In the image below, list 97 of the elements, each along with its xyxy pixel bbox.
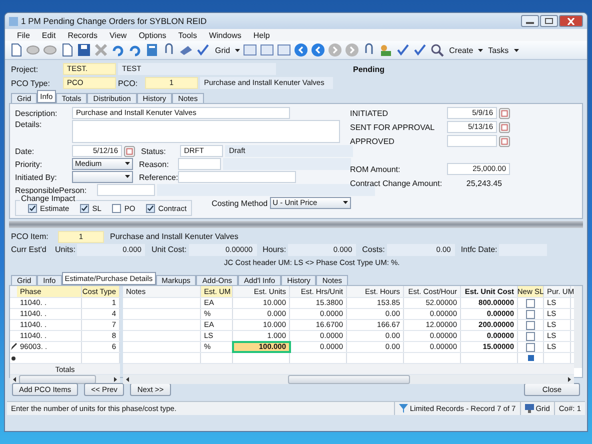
field-label: Units:: [55, 245, 76, 254]
pco-item-description: Purchase and Install Kenuter Valves: [110, 232, 238, 241]
save-icon[interactable]: [77, 43, 91, 57]
app-icon: [9, 16, 18, 26]
tasks-menu-button[interactable]: Tasks: [486, 46, 511, 54]
field-label: Details:: [15, 120, 43, 129]
field-label: Contract Change Amount:: [350, 178, 444, 188]
field-label: ROM Amount:: [350, 164, 402, 174]
caret-icon: [235, 48, 240, 52]
scroll-left-icon[interactable]: [13, 377, 16, 382]
field-label: Costs:: [362, 245, 385, 254]
create-menu-button[interactable]: Create: [447, 46, 476, 54]
scrollbar-thumb[interactable]: [19, 375, 96, 384]
status-text: Pending: [353, 64, 385, 74]
field-label: Reason:: [139, 160, 170, 168]
pencil-icon: [10, 343, 17, 351]
field-label: Reference:: [139, 172, 176, 182]
menu-item[interactable]: Help: [247, 30, 276, 40]
filter-icon: [398, 404, 408, 413]
undo-icon[interactable]: [111, 43, 125, 57]
field-label: PCO Type:: [11, 78, 51, 88]
previous-record-icon[interactable]: [311, 43, 326, 57]
scrollbar-thumb[interactable]: [288, 375, 410, 384]
search-icon[interactable]: [430, 43, 444, 57]
menu-item[interactable]: Windows: [202, 30, 248, 40]
refresh-icon[interactable]: [128, 43, 142, 57]
field-label: Project:: [11, 64, 40, 74]
calendar-icon[interactable]: [499, 108, 510, 118]
checkbox[interactable]: [526, 320, 535, 330]
field-label: Initiated By:: [15, 172, 58, 182]
grid-menu-button[interactable]: Grid: [213, 46, 232, 54]
checkbox[interactable]: [80, 204, 90, 212]
new-row-icon: [11, 356, 16, 360]
responsible-person-field[interactable]: [97, 184, 155, 196]
reference-field[interactable]: [178, 171, 296, 183]
checkbox[interactable]: [28, 204, 37, 212]
contract-change-amount: 25,243.45: [465, 178, 502, 188]
details-field[interactable]: [72, 120, 340, 143]
caret-icon: [125, 162, 130, 165]
reason-field[interactable]: [178, 158, 221, 170]
people-icon[interactable]: [379, 43, 394, 57]
scroll-left-icon[interactable]: [126, 377, 129, 382]
checkbox[interactable]: [146, 204, 156, 212]
panel-icon[interactable]: [260, 43, 274, 57]
field-label: Description:: [15, 108, 58, 118]
calculator-icon[interactable]: [145, 43, 159, 57]
field-label: INITIATED: [350, 108, 390, 118]
menu-item[interactable]: Options: [132, 30, 172, 40]
panel-icon[interactable]: [277, 43, 292, 57]
field-label: SENT FOR APPROVAL: [350, 122, 436, 132]
field-label: PCO Item:: [11, 232, 50, 241]
vertical-scrollbar[interactable]: [574, 286, 582, 368]
panel-icon[interactable]: [243, 43, 258, 57]
menu-item[interactable]: Records: [62, 30, 104, 40]
checkbox[interactable]: [526, 332, 535, 340]
checkbox[interactable]: [526, 342, 535, 352]
field-label: PCO:: [118, 78, 139, 88]
close-icon: [567, 18, 575, 24]
field-label: Costing Method: [212, 198, 268, 208]
maximize-button[interactable]: [540, 15, 558, 27]
field-label: Priority:: [15, 160, 44, 168]
close-button[interactable]: [559, 15, 583, 27]
field-label: ResponsiblePerson:: [15, 186, 88, 194]
menu-item[interactable]: File: [11, 30, 36, 40]
group-label: Change Impact: [20, 194, 76, 203]
date-field[interactable]: [447, 135, 497, 147]
field-label: Curr Est'd: [11, 245, 48, 254]
initiated-by-dropdown[interactable]: [72, 171, 133, 183]
next-record-icon[interactable]: [328, 43, 342, 57]
checkbox[interactable]: [526, 298, 535, 308]
field-label: Intfc Date:: [460, 245, 498, 254]
menu-item[interactable]: Tools: [172, 30, 203, 40]
new-row-marker-icon: [528, 355, 534, 361]
field-label: Unit Cost:: [151, 245, 187, 254]
monitor-icon: [524, 404, 534, 413]
field-label: APPROVED: [350, 136, 396, 146]
maximize-icon: [545, 18, 553, 24]
scroll-right-icon[interactable]: [114, 377, 117, 382]
checkbox[interactable]: [112, 204, 122, 212]
caret-icon: [125, 175, 130, 178]
document-icon[interactable]: [60, 43, 74, 57]
checkbox[interactable]: [526, 310, 535, 318]
caret-icon: [478, 48, 484, 52]
minimize-button[interactable]: [521, 15, 539, 27]
first-record-icon[interactable]: [294, 43, 308, 57]
field-label: Status:: [141, 146, 167, 156]
calendar-icon[interactable]: [499, 136, 510, 146]
window-title: 1 PM Pending Change Orders for SYBLON REID: [21, 16, 207, 26]
field-label: Date:: [15, 146, 36, 156]
calendar-icon[interactable]: [499, 122, 510, 132]
field-label: Hours:: [262, 245, 286, 254]
menu-item[interactable]: View: [103, 30, 133, 40]
menu-item[interactable]: Edit: [36, 30, 62, 40]
calendar-icon[interactable]: [124, 146, 135, 156]
caret-icon: [342, 201, 348, 204]
caret-icon: [514, 48, 519, 52]
scroll-right-icon[interactable]: [568, 377, 571, 382]
